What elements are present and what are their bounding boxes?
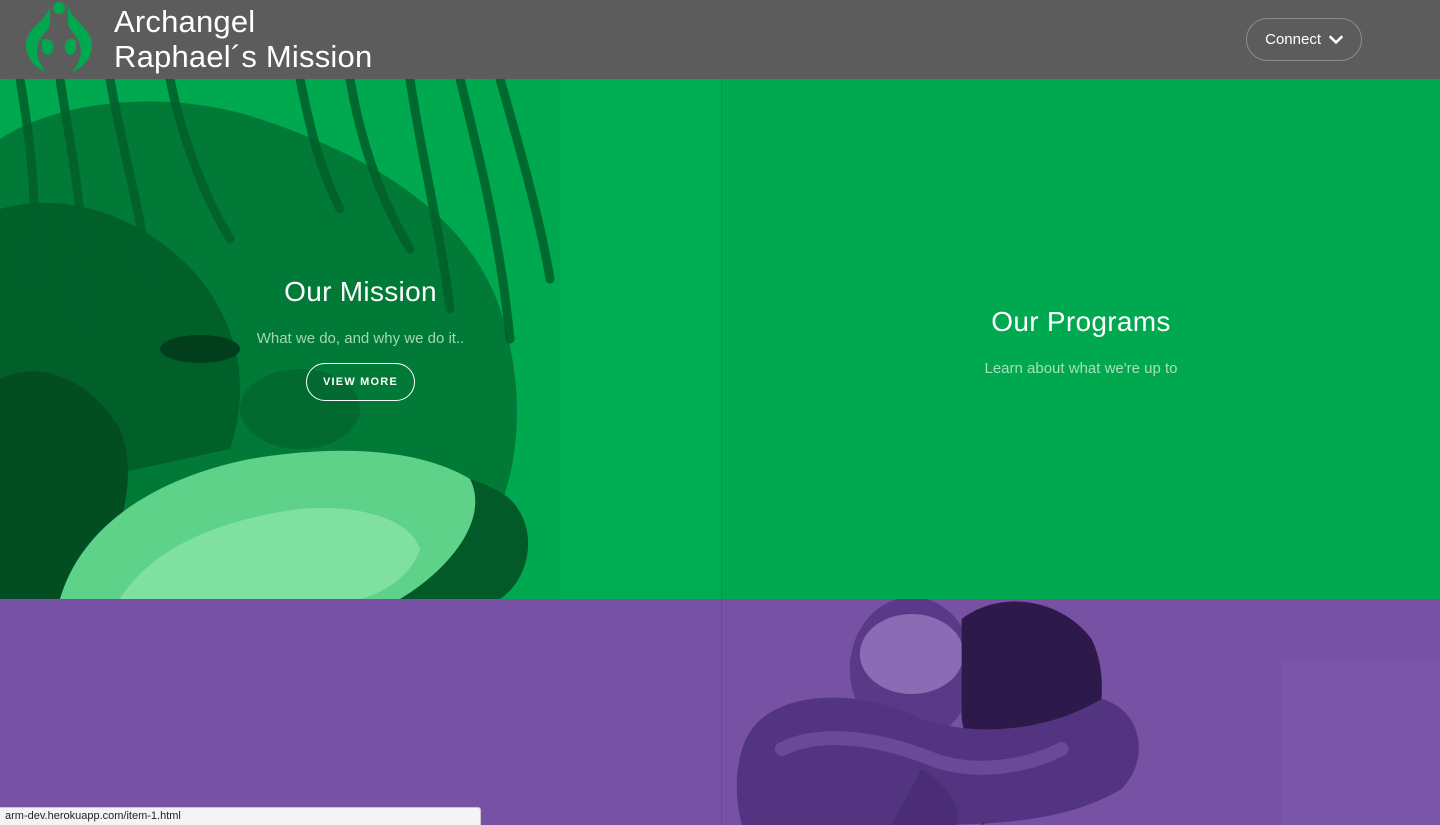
site-header: Archangel Raphael´s Mission Connect bbox=[0, 0, 1440, 79]
mission-panel[interactable]: Our Mission What we do, and why we do it… bbox=[0, 79, 721, 599]
brand-home-link[interactable]: Archangel Raphael´s Mission bbox=[20, 0, 372, 79]
feature-grid: Our Mission What we do, and why we do it… bbox=[0, 79, 1440, 825]
programs-panel[interactable]: Our Programs Learn about what we're up t… bbox=[721, 79, 1440, 599]
brand-name-line-1: Archangel bbox=[114, 4, 256, 40]
brand-name: Archangel Raphael´s Mission bbox=[114, 5, 372, 73]
two-people-hugging-photo bbox=[722, 599, 1440, 825]
connect-label: Connect bbox=[1265, 31, 1321, 48]
chevron-down-icon bbox=[1329, 35, 1343, 44]
programs-subtitle: Learn about what we're up to bbox=[984, 360, 1178, 377]
browser-status-bar: arm-dev.herokuapp.com/item-1.html bbox=[0, 807, 481, 825]
mission-text: Our Mission What we do, and why we do it… bbox=[0, 276, 721, 401]
mission-subtitle: What we do, and why we do it.. bbox=[256, 330, 465, 347]
brand-name-line-2: Raphael´s Mission bbox=[114, 38, 373, 74]
view-more-button[interactable]: VIEW MORE bbox=[306, 363, 415, 401]
purple-left-panel[interactable] bbox=[0, 599, 721, 825]
programs-title: Our Programs bbox=[991, 306, 1171, 337]
mission-title: Our Mission bbox=[284, 276, 437, 307]
connect-dropdown-button[interactable]: Connect bbox=[1246, 18, 1362, 61]
page: Archangel Raphael´s Mission Connect Our … bbox=[0, 0, 1440, 825]
purple-right-panel[interactable] bbox=[721, 599, 1440, 825]
programs-text: Our Programs Learn about what we're up t… bbox=[722, 306, 1440, 377]
leaf-circle-logo-icon bbox=[26, 2, 92, 72]
